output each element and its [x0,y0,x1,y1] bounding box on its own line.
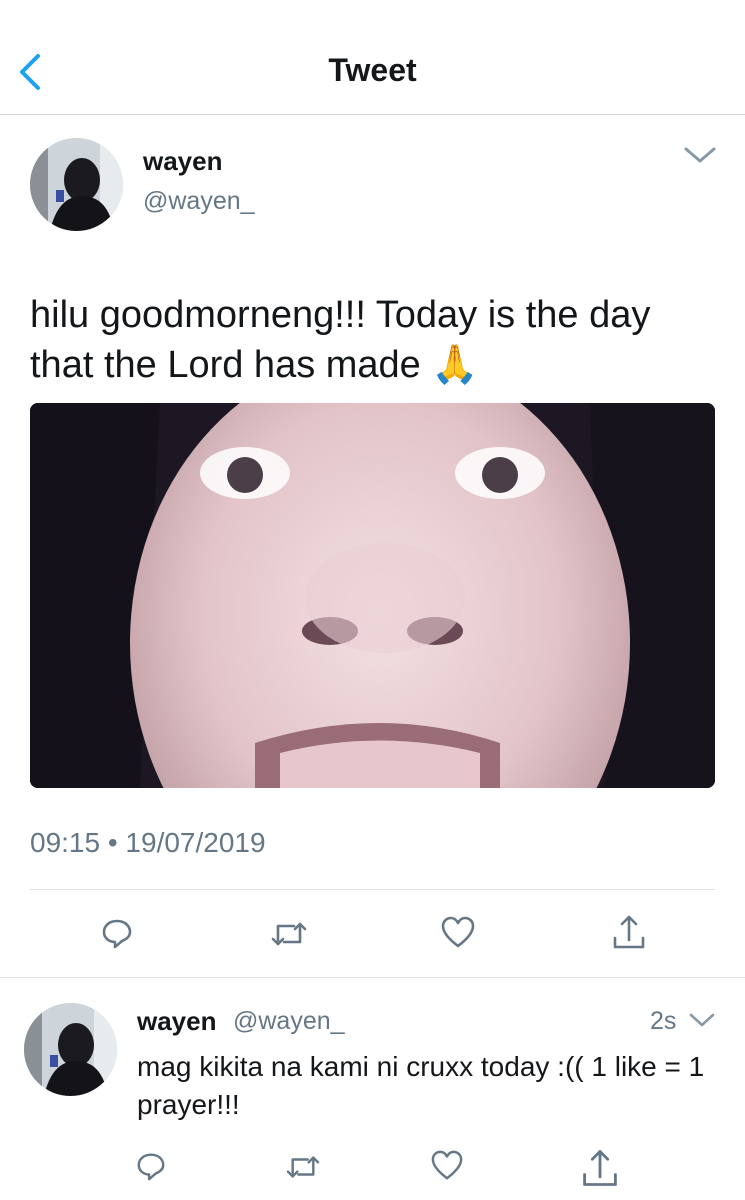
tweet-body: hilu goodmorneng!!! Today is the day tha… [30,294,651,386]
reply-text: mag kikita na kami ni cruxx today :(( 1 … [137,1051,705,1120]
reply-reply-button[interactable] [135,1150,167,1182]
tweet-media-image[interactable] [30,403,715,788]
reply-button[interactable] [100,916,134,950]
tweet-timestamp[interactable]: 09:15 • 19/07/2019 [30,827,266,859]
like-button[interactable] [440,916,476,950]
more-options-button[interactable] [682,143,718,167]
folded-hands-emoji: 🙏 [431,344,479,386]
chevron-down-icon [689,1013,715,1027]
share-icon [583,1150,617,1186]
navigation-bar: Tweet [0,0,745,115]
divider [30,889,715,890]
retweet-button[interactable] [270,918,308,950]
comment-icon [137,1153,165,1181]
retweet-icon [286,1156,320,1178]
reply-avatar[interactable] [24,1003,117,1096]
chevron-down-icon [684,147,716,163]
reply-share-button[interactable] [580,1146,620,1190]
heart-icon [441,916,475,948]
comment-icon [102,919,132,949]
heart-icon [431,1150,463,1180]
share-icon [613,915,645,949]
reply-more-options-button[interactable] [688,1010,716,1030]
reply-time-ago: 2s [650,1007,677,1035]
reply-retweet-button[interactable] [285,1152,321,1182]
reply-like-button[interactable] [430,1150,464,1182]
tweet-text: hilu goodmorneng!!! Today is the day tha… [30,290,720,390]
share-button[interactable] [612,912,646,952]
divider [0,977,745,978]
reply-display-name[interactable]: wayen [137,1006,217,1037]
page-title: Tweet [328,52,417,88]
user-handle[interactable]: @wayen_ [143,187,255,216]
reply-handle[interactable]: @wayen_ [233,1007,345,1036]
display-name[interactable]: wayen [143,146,223,177]
retweet-icon [271,922,307,946]
avatar[interactable] [30,138,123,231]
